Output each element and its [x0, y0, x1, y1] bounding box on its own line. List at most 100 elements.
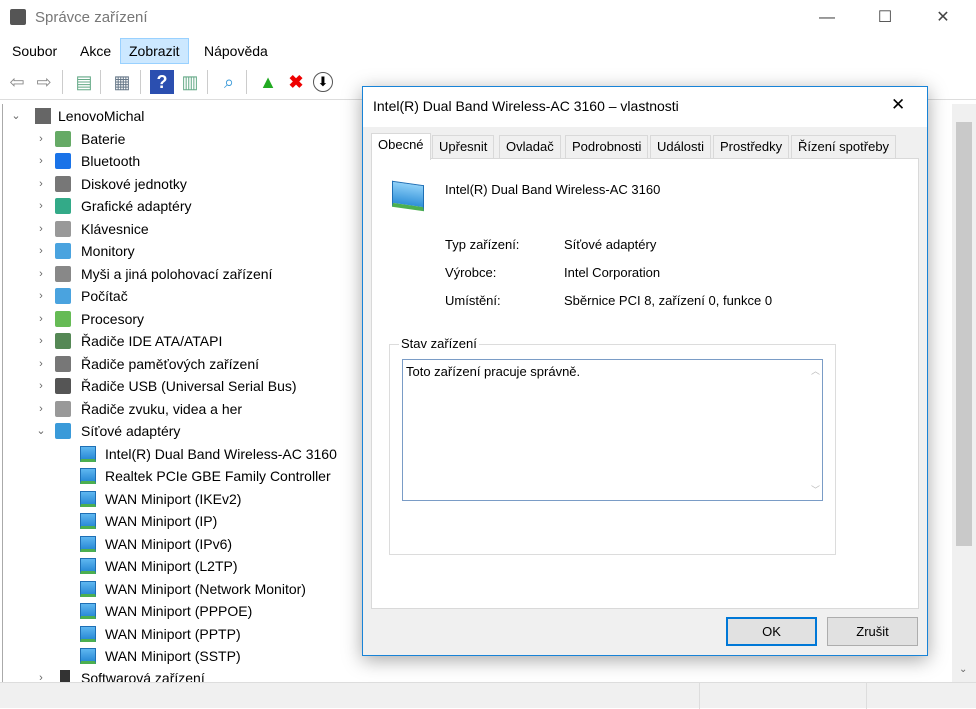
tree-item-network-adapter[interactable]: WAN Miniport (Network Monitor)	[3, 578, 403, 600]
update-driver-icon[interactable]: ▲	[256, 70, 280, 94]
chevron-right-icon[interactable]: ›	[35, 240, 47, 262]
uninstall-icon[interactable]: ✖	[284, 70, 308, 94]
chevron-right-icon[interactable]: ›	[35, 375, 47, 397]
tree-item-label: Řadiče zvuku, videa a her	[81, 400, 243, 417]
chevron-down-icon[interactable]: ⌄	[35, 420, 47, 442]
tree-item[interactable]: ⌄ Síťové adaptéry	[3, 420, 403, 442]
chevron-right-icon[interactable]: ›	[35, 398, 47, 420]
scroll-down-icon[interactable]: ⌄	[959, 664, 967, 675]
ok-button[interactable]: OK	[726, 617, 817, 646]
scroll-up-icon[interactable]: ︿	[811, 364, 820, 377]
tree-item[interactable]: › Řadiče zvuku, videa a her	[3, 398, 403, 420]
tree-item-label: WAN Miniport (IPv6)	[105, 535, 233, 552]
tree-item-label: Klávesnice	[81, 220, 149, 237]
properties-dialog: Intel(R) Dual Band Wireless-AC 3160 – vl…	[362, 86, 928, 656]
chevron-right-icon[interactable]: ›	[35, 667, 47, 682]
tree-scrollbar[interactable]: ⌄	[952, 104, 976, 682]
display-adapter-icon	[55, 198, 71, 214]
tree-item[interactable]: › Řadiče IDE ATA/ATAPI	[3, 330, 403, 352]
tab-ovladac[interactable]: Ovladač	[499, 135, 561, 159]
tree-item[interactable]: › Řadiče USB (Universal Serial Bus)	[3, 375, 403, 397]
mouse-icon	[55, 265, 71, 282]
tab-prostredky[interactable]: Prostředky	[713, 135, 790, 159]
chevron-right-icon[interactable]: ›	[35, 128, 47, 150]
scroll-down-icon[interactable]: ﹀	[811, 483, 820, 496]
chevron-right-icon[interactable]: ›	[35, 150, 47, 172]
tree-item-network-adapter[interactable]: WAN Miniport (IPv6)	[3, 533, 403, 555]
title-bar: Správce zařízení — ☐ ✕	[0, 0, 976, 36]
software-device-icon	[60, 670, 70, 682]
cancel-button[interactable]: Zrušit	[827, 617, 918, 646]
tab-upresnit[interactable]: Upřesnit	[432, 135, 495, 159]
chevron-right-icon[interactable]: ›	[35, 263, 47, 285]
chevron-right-icon[interactable]: ›	[35, 195, 47, 217]
network-adapter-icon	[80, 513, 96, 529]
tree-item-network-adapter[interactable]: WAN Miniport (SSTP)	[3, 645, 403, 667]
device-status-textarea[interactable]: Toto zařízení pracuje správně. ︿ ﹀	[402, 359, 823, 501]
chevron-right-icon[interactable]: ›	[35, 353, 47, 375]
tree-item[interactable]: › Klávesnice	[3, 218, 403, 240]
tree-item[interactable]: › Grafické adaptéry	[3, 195, 403, 217]
tree-item-label: Softwarová zařízení	[81, 670, 205, 682]
tab-panel-general: Intel(R) Dual Band Wireless-AC 3160 Typ …	[371, 158, 919, 609]
help-icon[interactable]: ?	[150, 70, 174, 94]
show-action-pane-icon[interactable]: ▥	[178, 70, 202, 94]
tree-item-label: Grafické adaptéry	[81, 198, 192, 214]
tree-item[interactable]: › Řadiče paměťových zařízení	[3, 353, 403, 375]
tree-item[interactable]: › Monitory	[3, 240, 403, 262]
usb-icon	[55, 378, 71, 394]
tree-item-network-adapter[interactable]: WAN Miniport (L2TP)	[3, 555, 403, 577]
tree-item[interactable]: › Myši a jiná polohovací zařízení	[3, 263, 403, 285]
tree-item[interactable]: › Baterie	[3, 128, 403, 150]
scan-hardware-icon[interactable]: ⌕	[217, 70, 241, 94]
tab-rizeni-spotreby[interactable]: Řízení spotřeby	[791, 135, 897, 159]
properties-icon[interactable]: ▦	[110, 70, 134, 94]
tree-item-network-adapter[interactable]: WAN Miniport (IP)	[3, 510, 403, 532]
scrollbar-thumb[interactable]	[956, 122, 972, 546]
chevron-right-icon[interactable]: ›	[35, 285, 47, 307]
forward-icon[interactable]: ⇨	[32, 70, 56, 94]
tree-item-network-adapter[interactable]: Intel(R) Dual Band Wireless-AC 3160	[3, 443, 403, 465]
tree-root[interactable]: ⌄ LenovoMichal	[3, 105, 403, 127]
tab-podrobnosti[interactable]: Podrobnosti	[565, 135, 649, 159]
menu-zobrazit[interactable]: Zobrazit	[120, 38, 189, 64]
dialog-title: Intel(R) Dual Band Wireless-AC 3160 – vl…	[373, 98, 679, 114]
menu-akce[interactable]: Akce	[72, 38, 119, 64]
tree-item-network-adapter[interactable]: WAN Miniport (PPPOE)	[3, 600, 403, 622]
tree-item[interactable]: › Procesory	[3, 308, 403, 330]
tree-item-network-adapter[interactable]: Realtek PCIe GBE Family Controller	[3, 465, 403, 487]
network-adapter-icon	[80, 648, 96, 664]
tab-udalosti[interactable]: Události	[650, 135, 711, 159]
minimize-button[interactable]: —	[804, 0, 850, 36]
network-adapter-icon	[80, 603, 96, 619]
tree-item-label: Řadiče IDE ATA/ATAPI	[81, 333, 223, 349]
menu-soubor[interactable]: Soubor	[4, 38, 65, 64]
network-adapter-icon	[80, 445, 96, 462]
network-adapter-icon	[80, 490, 96, 507]
menu-bar: Soubor Akce Zobrazit Nápověda	[0, 38, 976, 64]
network-adapter-icon	[80, 558, 96, 574]
disable-device-icon[interactable]: ⬇	[313, 72, 333, 92]
network-adapter-icon	[80, 580, 96, 597]
chevron-down-icon[interactable]: ⌄	[10, 105, 22, 127]
chevron-right-icon[interactable]: ›	[35, 173, 47, 195]
tree-item-network-adapter[interactable]: WAN Miniport (PPTP)	[3, 623, 403, 645]
tree-item[interactable]: › Počítač	[3, 285, 403, 307]
tab-obecne[interactable]: Obecné	[371, 133, 431, 160]
close-button[interactable]: ✕	[920, 0, 966, 36]
back-icon[interactable]: ⇦	[5, 70, 29, 94]
chevron-right-icon[interactable]: ›	[35, 218, 47, 240]
dialog-close-button[interactable]: ✕	[891, 95, 905, 115]
tree-item-software-devices[interactable]: › Softwarová zařízení	[3, 667, 403, 682]
tree-item-label: WAN Miniport (SSTP)	[105, 648, 241, 664]
menu-napoveda[interactable]: Nápověda	[196, 38, 276, 64]
tree-item-network-adapter[interactable]: WAN Miniport (IKEv2)	[3, 488, 403, 510]
show-hide-console-tree-icon[interactable]: ▤	[72, 70, 96, 94]
tree-item[interactable]: › Diskové jednotky	[3, 173, 403, 195]
tree-item-label: WAN Miniport (IKEv2)	[105, 490, 242, 507]
chevron-right-icon[interactable]: ›	[35, 308, 47, 330]
tree-item-label: WAN Miniport (L2TP)	[105, 558, 238, 574]
maximize-button[interactable]: ☐	[862, 0, 908, 36]
chevron-right-icon[interactable]: ›	[35, 330, 47, 352]
tree-item[interactable]: › Bluetooth	[3, 150, 403, 172]
